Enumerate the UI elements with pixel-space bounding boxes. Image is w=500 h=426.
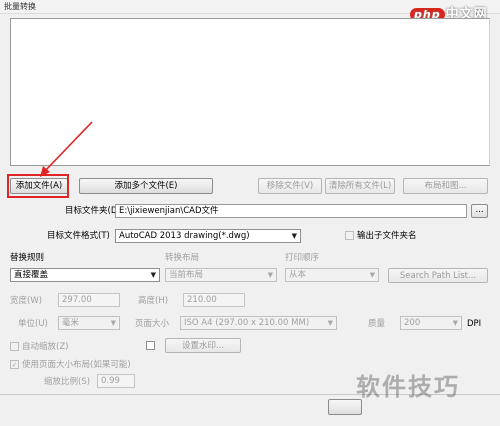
target-folder-input[interactable]: E:\jixiewenjian\CAD文件 <box>115 204 467 218</box>
chevron-down-icon: ▼ <box>150 271 156 279</box>
chevron-down-icon: ▼ <box>327 319 333 327</box>
page-size-select[interactable]: ISO A4 (297.00 x 210.00 MM) ▼ <box>180 316 337 330</box>
browse-button[interactable]: ... <box>471 204 488 218</box>
quality-label: 质量 <box>368 319 386 329</box>
replace-rule-value: 直接覆盖 <box>14 270 49 280</box>
target-format-select[interactable]: AutoCAD 2013 drawing(*.dwg) ▼ <box>115 229 301 243</box>
chevron-down-icon: ▼ <box>267 271 273 279</box>
output-subfolder-checkbox[interactable] <box>345 231 354 240</box>
width-input[interactable]: 297.00 <box>58 293 120 307</box>
bottom-watermark: 软件技巧 <box>356 373 460 401</box>
replace-rule-label: 替换规则 <box>10 253 45 263</box>
scale-ratio-label: 缩放比例(S) <box>44 377 91 387</box>
convert-layout-select[interactable]: 当前布局 ▼ <box>165 268 277 282</box>
watermark-checkbox[interactable] <box>146 341 155 350</box>
use-page-size-checkbox[interactable]: ✓ <box>10 360 19 369</box>
unit-select[interactable]: 毫米 ▼ <box>58 316 120 330</box>
unit-label: 单位(U) <box>18 319 48 329</box>
chevron-down-icon: ▼ <box>452 319 458 327</box>
height-input[interactable]: 210.00 <box>183 293 245 307</box>
width-label: 宽度(W) <box>10 296 43 306</box>
print-order-label: 打印顺序 <box>285 253 320 263</box>
target-format-label: 目标文件格式(T) <box>47 231 110 241</box>
quality-value: 200 <box>404 318 421 328</box>
chevron-down-icon: ▼ <box>110 319 116 327</box>
scale-ratio-input[interactable]: 0.99 <box>97 374 135 388</box>
print-order-value: 从本 <box>289 270 307 280</box>
quality-select[interactable]: 200 ▼ <box>400 316 462 330</box>
page-size-label: 页面大小 <box>135 319 170 329</box>
print-order-select[interactable]: 从本 ▼ <box>285 268 379 282</box>
unit-value: 毫米 <box>62 318 80 328</box>
chevron-down-icon: ▼ <box>369 271 375 279</box>
auto-zoom-checkbox[interactable] <box>10 342 19 351</box>
chevron-down-icon: ▼ <box>291 232 297 240</box>
target-format-value: AutoCAD 2013 drawing(*.dwg) <box>119 231 250 241</box>
convert-layout-value: 当前布局 <box>169 270 204 280</box>
replace-rule-select[interactable]: 直接覆盖 ▼ <box>10 268 160 282</box>
set-watermark-button[interactable]: 设置水印... <box>165 338 241 353</box>
output-subfolder-label: 输出子文件夹名 <box>357 231 417 241</box>
target-folder-label: 目标文件夹(D) <box>65 206 121 216</box>
use-page-size-label: 使用页面大小布局(如果可能) <box>22 360 131 370</box>
convert-layout-label: 转换布局 <box>165 253 200 263</box>
height-label: 高度(H) <box>138 296 169 306</box>
quality-unit: DPI <box>467 319 482 329</box>
auto-zoom-label: 自动缩放(Z) <box>22 342 69 352</box>
search-path-button[interactable]: Search Path List... <box>388 268 488 283</box>
page-size-value: ISO A4 (297.00 x 210.00 MM) <box>184 318 310 328</box>
